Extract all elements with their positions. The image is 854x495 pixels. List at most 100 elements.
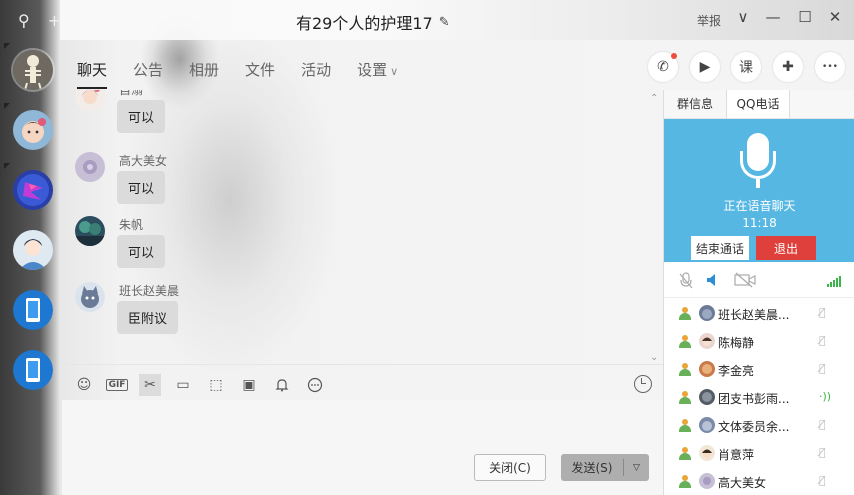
member-name: 团支书彭雨... [718, 392, 790, 406]
list-item[interactable]: 团支书彭雨... ·)) [664, 384, 854, 412]
video-icon: ▶ [699, 59, 711, 75]
sender-name: 自溺 [119, 90, 144, 97]
avatar[interactable] [75, 282, 105, 312]
list-item[interactable]: 文体委员余... 🎙̸ [664, 412, 854, 440]
tab-announcement[interactable]: 公告 [133, 59, 163, 80]
rail-top: ⚲ + [0, 0, 62, 40]
gif-icon[interactable]: GIF [105, 374, 129, 396]
edit-icon[interactable]: ✎ [439, 15, 450, 30]
folder-icon[interactable]: ▭ [172, 374, 194, 396]
rail-avatar-skeleton[interactable] [13, 50, 53, 90]
scroll-up-icon[interactable]: ⌃ [650, 93, 658, 104]
member-icon [678, 391, 692, 405]
tab-settings[interactable]: 设置 ∨ [357, 59, 398, 80]
muted-mic-icon: 🎙̸ [819, 446, 826, 459]
tab-chat[interactable]: 聊天 [77, 59, 108, 89]
list-item[interactable]: 班长赵美晨... 🎙̸ [664, 300, 854, 328]
gif-label: GIF [105, 379, 129, 391]
tab-activities[interactable]: 活动 [301, 59, 331, 80]
muted-mic-icon: 🎙̸ [819, 362, 826, 375]
send-label: 发送(S) [571, 461, 613, 475]
member-icon [678, 363, 692, 377]
landscape-avatar-icon [75, 216, 105, 246]
chat-plus-icon: ✚ [782, 59, 794, 75]
avatar [699, 445, 715, 461]
right-panel: 群信息 QQ电话 正在语音聊天 11:18 结束通话 退出 班长赵美晨... 🎙… [663, 90, 854, 495]
rail-avatar-app[interactable] [13, 170, 53, 210]
member-icon [678, 447, 692, 461]
message-bubble: 可以 [117, 235, 166, 268]
scroll-down-icon[interactable]: ⌄ [650, 352, 658, 363]
call-status: 正在语音聊天 [723, 199, 796, 213]
tab-qq-call[interactable]: QQ电话 [727, 90, 790, 118]
more-icon[interactable] [304, 374, 326, 396]
tab-album[interactable]: 相册 [189, 59, 219, 80]
cat-avatar-icon [75, 282, 105, 312]
add-icon[interactable]: + [48, 11, 61, 30]
notification-dot [671, 53, 677, 59]
rail-avatar-girl[interactable] [13, 110, 53, 150]
list-item[interactable]: 陈梅静 🎙̸ [664, 328, 854, 356]
send-button[interactable]: 发送(S) ▽ [561, 454, 649, 481]
tab-group-info[interactable]: 群信息 [664, 90, 727, 118]
chat-messages[interactable]: 自溺 可以 高大美女 可以 朱帆 可以 班长赵美晨 臣附议 [62, 90, 663, 363]
rail-avatar-phone-1[interactable] [13, 290, 53, 330]
muted-mic-icon: 🎙̸ [819, 474, 826, 487]
image-icon[interactable]: ▣ [238, 374, 260, 396]
avatar[interactable] [75, 152, 105, 182]
dropdown-icon[interactable]: ∨ [733, 8, 753, 26]
close-button[interactable]: 关闭(C) [474, 454, 546, 481]
muted-mic-icon: 🎙̸ [819, 418, 826, 431]
speaker-icon[interactable] [705, 272, 721, 292]
rail-avatar-cartoon[interactable] [13, 230, 53, 270]
qq-group-window: ⚲ + 有29个人的护理17 ✎ 举报 ∨ — ☐ ✕ 聊天 公告 相册 文件 … [0, 0, 854, 495]
message-bubble: 臣附议 [117, 301, 179, 334]
minimize-button[interactable]: — [763, 8, 783, 26]
window-title[interactable]: 有29个人的护理17 ✎ [296, 10, 450, 34]
report-link[interactable]: 举报 [697, 12, 721, 29]
rail-avatar-phone-2[interactable] [13, 350, 53, 390]
panel-tabs: 群信息 QQ电话 [664, 90, 854, 119]
class-icon: 课 [739, 60, 753, 76]
sender-name: 班长赵美晨 [119, 284, 180, 298]
call-time: 11:18 [742, 216, 777, 230]
list-item[interactable]: 李金亮 🎙̸ [664, 356, 854, 384]
exit-button[interactable]: 退出 [756, 236, 816, 260]
avatar[interactable] [75, 90, 105, 111]
tab-settings-label: 设置 [357, 61, 388, 79]
search-icon[interactable]: ⚲ [18, 11, 30, 30]
group-tabs: 聊天 公告 相册 文件 活动 设置 ∨ [77, 59, 424, 89]
chevron-down-icon[interactable]: ▽ [624, 463, 649, 473]
add-app-button[interactable]: ✚ [773, 52, 803, 82]
history-clock-icon[interactable] [634, 375, 652, 393]
phone-icon: ✆ [657, 59, 669, 75]
member-name: 班长赵美晨... [718, 308, 790, 322]
skeleton-icon [13, 50, 53, 90]
bell-icon[interactable] [271, 374, 293, 396]
list-item[interactable]: 肖意萍 🎙̸ [664, 440, 854, 468]
end-call-button[interactable]: 结束通话 [691, 236, 749, 260]
sticker-icon[interactable]: ⬚ [205, 374, 227, 396]
close-window-button[interactable]: ✕ [825, 8, 845, 26]
scissors-icon[interactable]: ✂ [139, 374, 161, 396]
member-name: 肖意萍 [718, 448, 755, 462]
emoji-icon[interactable]: ☺ [73, 374, 95, 396]
phone-icon [13, 350, 53, 390]
rail-corner-mark [4, 163, 10, 169]
more-button[interactable]: ••• [815, 52, 845, 82]
maximize-button[interactable]: ☐ [795, 8, 815, 26]
avatar [699, 361, 715, 377]
member-icon [678, 475, 692, 489]
camera-off-icon[interactable] [734, 272, 756, 292]
video-call-button[interactable]: ▶ [690, 52, 720, 82]
member-icon [678, 307, 692, 321]
mute-mic-icon[interactable] [678, 272, 694, 294]
flower-avatar-icon [75, 152, 105, 182]
phone-call-button[interactable]: ✆ [648, 52, 678, 82]
member-name: 李金亮 [718, 364, 755, 378]
tab-files[interactable]: 文件 [245, 59, 275, 80]
class-button[interactable]: 课 [731, 52, 761, 82]
avatar[interactable] [75, 216, 105, 246]
list-item[interactable]: 高大美女 🎙̸ [664, 468, 854, 495]
bell-shape [275, 379, 289, 392]
